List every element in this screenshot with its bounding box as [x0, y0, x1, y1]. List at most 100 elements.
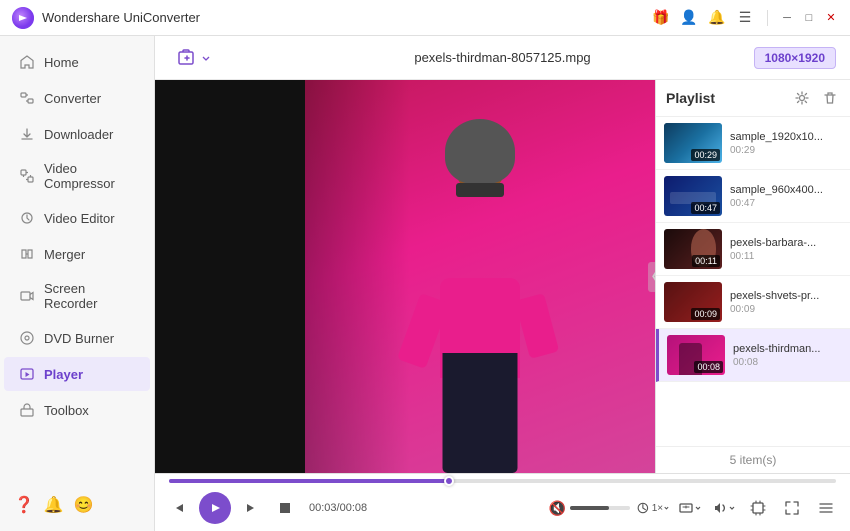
- app-title: Wondershare UniConverter: [42, 10, 651, 25]
- recorder-icon: [18, 287, 36, 305]
- resolution-badge: 1080×1920: [754, 47, 836, 69]
- gift-icon[interactable]: 🎁: [651, 8, 671, 28]
- content-area: pexels-thirdman-8057125.mpg 1080×1920: [155, 36, 850, 531]
- titlebar-icons: 🎁 👤 🔔 ☰ ─ □ ✕: [651, 8, 838, 28]
- player-icon: [18, 365, 36, 383]
- playlist-thumb: 00:47: [664, 176, 722, 216]
- sidebar-item-dvd-burner[interactable]: DVD Burner: [4, 321, 150, 355]
- sidebar-item-home[interactable]: Home: [4, 45, 150, 79]
- sidebar-label-recorder: Screen Recorder: [44, 281, 136, 311]
- progress-bar-track[interactable]: [169, 479, 836, 483]
- volume-fill: [570, 506, 609, 510]
- player-playlist-area: ❮ Playlist: [155, 80, 850, 473]
- playlist-footer: 5 item(s): [656, 446, 850, 473]
- collapse-playlist-button[interactable]: ❮: [648, 262, 655, 292]
- playlist-item-name: sample_960x400...: [730, 184, 842, 196]
- user-icon[interactable]: 👤: [679, 8, 699, 28]
- controls-bar: 00:03/00:08 🔇 1×: [155, 473, 850, 531]
- sidebar-item-converter[interactable]: Converter: [4, 81, 150, 115]
- playlist-panel: Playlist 00:29: [655, 80, 850, 473]
- playlist-delete-icon[interactable]: [820, 88, 840, 108]
- playlist-item-info: pexels-thirdman... 00:08: [733, 343, 842, 368]
- notification-icon[interactable]: 🔔: [44, 495, 64, 515]
- volume-icon[interactable]: 🔇: [549, 500, 566, 517]
- thumb-duration: 00:29: [691, 149, 720, 161]
- playlist-item-name: sample_1920x10...: [730, 131, 842, 143]
- speed-button[interactable]: 1×: [636, 494, 670, 522]
- converter-icon: [18, 89, 36, 107]
- merger-icon: [18, 245, 36, 263]
- close-button[interactable]: ✕: [824, 11, 838, 25]
- play-button[interactable]: [199, 492, 231, 524]
- title-bar: Wondershare UniConverter 🎁 👤 🔔 ☰ ─ □ ✕: [0, 0, 850, 36]
- fullscreen-button[interactable]: [778, 494, 806, 522]
- controls-buttons: 00:03/00:08 🔇 1×: [165, 488, 840, 528]
- video-area: ❮: [155, 80, 655, 473]
- sidebar-label-editor: Video Editor: [44, 211, 115, 226]
- current-file-name: pexels-thirdman-8057125.mpg: [414, 50, 590, 65]
- sidebar-item-video-compressor[interactable]: Video Compressor: [4, 153, 150, 199]
- playlist-item[interactable]: 00:47 sample_960x400... 00:47: [656, 170, 850, 223]
- playlist-settings-icon[interactable]: [792, 88, 812, 108]
- sidebar-label-home: Home: [44, 55, 79, 70]
- home-icon: [18, 53, 36, 71]
- sidebar-label-dvd: DVD Burner: [44, 331, 114, 346]
- sidebar: Home Converter Downloader Video Compress…: [0, 36, 155, 531]
- playlist-item-info: sample_960x400... 00:47: [730, 184, 842, 209]
- stop-button[interactable]: [271, 494, 299, 522]
- playlist-item-duration: 00:47: [730, 198, 842, 209]
- menu-icon[interactable]: ☰: [735, 8, 755, 28]
- volume-slider[interactable]: [570, 506, 630, 510]
- sidebar-item-player[interactable]: Player: [4, 357, 150, 391]
- sidebar-item-screen-recorder[interactable]: Screen Recorder: [4, 273, 150, 319]
- app-body: Home Converter Downloader Video Compress…: [0, 36, 850, 531]
- sidebar-item-merger[interactable]: Merger: [4, 237, 150, 271]
- playlist-header-icons: [792, 88, 840, 108]
- playlist-title: Playlist: [666, 90, 715, 106]
- app-logo: [12, 7, 34, 29]
- playlist-item-active[interactable]: 00:08 pexels-thirdman... 00:08: [656, 329, 850, 382]
- minimize-button[interactable]: ─: [780, 11, 794, 25]
- playlist-item-name: pexels-thirdman...: [733, 343, 842, 355]
- top-bar: pexels-thirdman-8057125.mpg 1080×1920: [155, 36, 850, 80]
- downloader-icon: [18, 125, 36, 143]
- playlist-item-info: pexels-barbara-... 00:11: [730, 237, 842, 262]
- sidebar-item-video-editor[interactable]: Video Editor: [4, 201, 150, 235]
- sidebar-label-toolbox: Toolbox: [44, 403, 89, 418]
- thumb-duration: 00:11: [692, 255, 720, 267]
- progress-thumb[interactable]: [444, 476, 454, 486]
- sidebar-label-compressor: Video Compressor: [44, 161, 136, 191]
- next-button[interactable]: [237, 494, 265, 522]
- bell-icon[interactable]: 🔔: [707, 8, 727, 28]
- feedback-icon[interactable]: 😊: [74, 495, 94, 515]
- add-file-button[interactable]: [169, 44, 219, 72]
- playlist-item-duration: 00:29: [730, 145, 842, 156]
- playlist-item-duration: 00:08: [733, 357, 842, 368]
- crop-button[interactable]: [744, 494, 772, 522]
- playlist-item[interactable]: 00:11 pexels-barbara-... 00:11: [656, 223, 850, 276]
- playlist-item-info: pexels-shvets-pr... 00:09: [730, 290, 842, 315]
- sidebar-label-downloader: Downloader: [44, 127, 113, 142]
- playlist-thumb: 00:09: [664, 282, 722, 322]
- playlist-item[interactable]: 00:29 sample_1920x10... 00:29: [656, 117, 850, 170]
- playlist-item[interactable]: 00:09 pexels-shvets-pr... 00:09: [656, 276, 850, 329]
- playlist-item-duration: 00:09: [730, 304, 842, 315]
- playlist-settings-button[interactable]: [812, 494, 840, 522]
- toolbox-icon: [18, 401, 36, 419]
- playlist-thumb: 00:11: [664, 229, 722, 269]
- sidebar-item-downloader[interactable]: Downloader: [4, 117, 150, 151]
- thumb-duration: 00:47: [691, 202, 720, 214]
- sidebar-item-toolbox[interactable]: Toolbox: [4, 393, 150, 427]
- help-icon[interactable]: ❓: [14, 495, 34, 515]
- prev-button[interactable]: [165, 494, 193, 522]
- thumb-duration: 00:09: [691, 308, 720, 320]
- compressor-icon: [18, 167, 36, 185]
- maximize-button[interactable]: □: [802, 11, 816, 25]
- playlist-item-info: sample_1920x10... 00:29: [730, 131, 842, 156]
- progress-bar-container[interactable]: [165, 474, 840, 488]
- aspect-ratio-button[interactable]: [676, 494, 704, 522]
- audio-button[interactable]: [710, 494, 738, 522]
- editor-icon: [18, 209, 36, 227]
- playlist-thumb: 00:08: [667, 335, 725, 375]
- playlist-header: Playlist: [656, 80, 850, 117]
